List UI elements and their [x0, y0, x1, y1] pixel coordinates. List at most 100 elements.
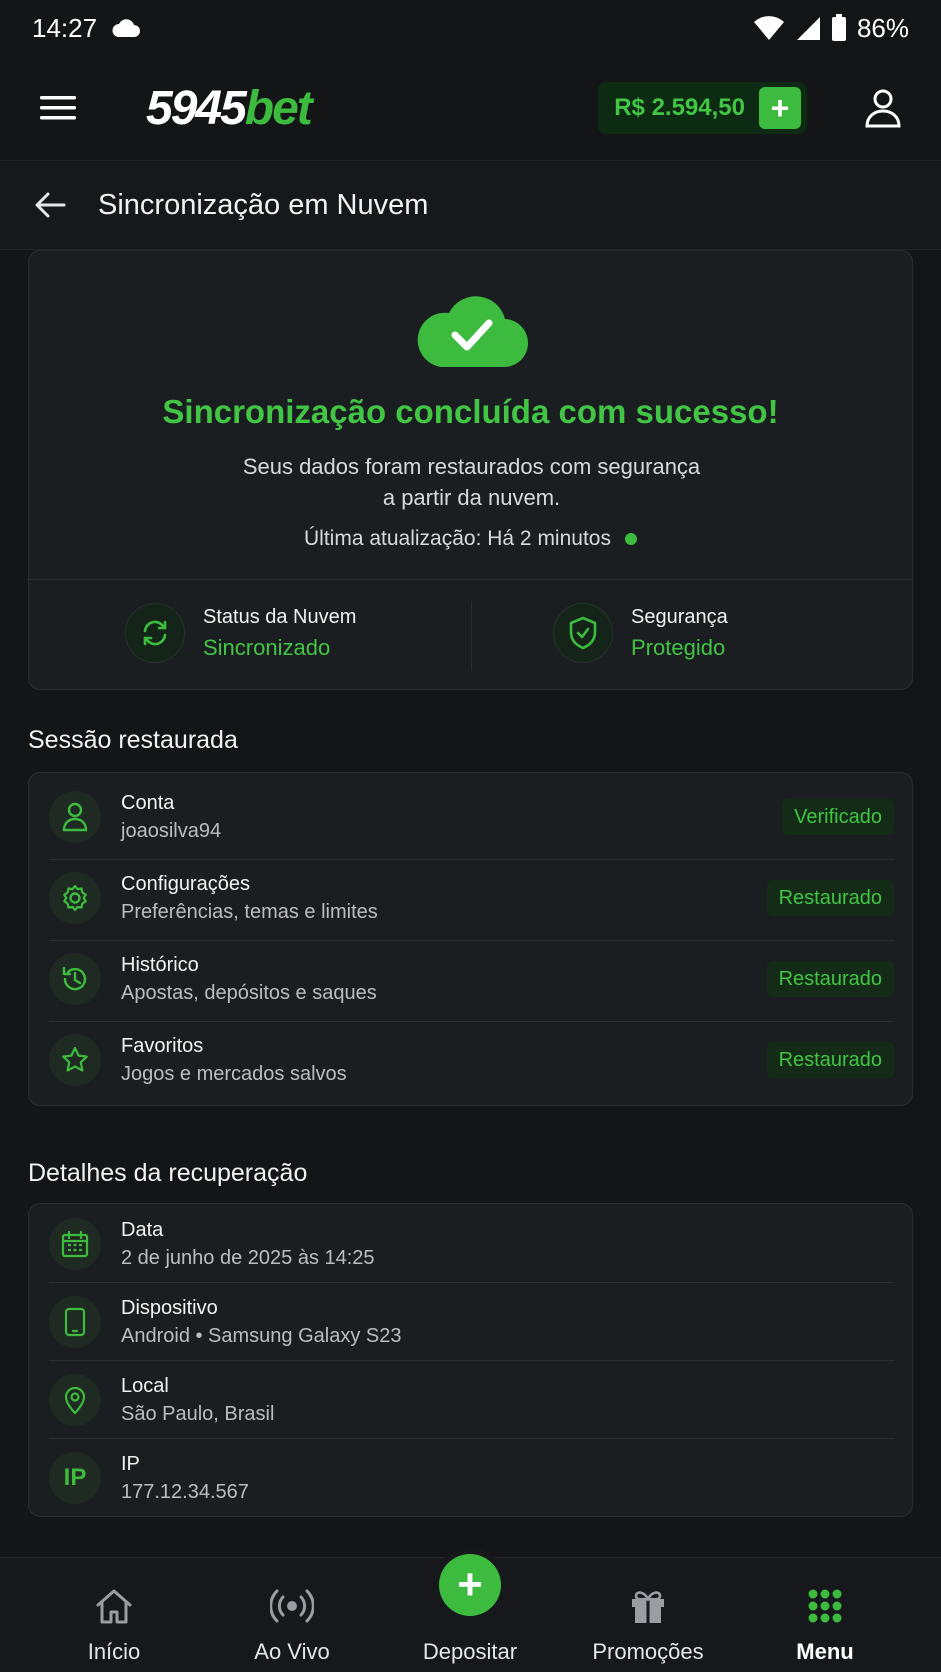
row-subtitle: joaosilva94 [121, 819, 222, 842]
page-header: Sincronização em Nuvem [0, 160, 941, 250]
recovery-item-device: Dispositivo Android • Samsung Galaxy S23 [49, 1296, 894, 1348]
cloud-status-label: Status da Nuvem [203, 605, 357, 628]
recovery-item-ip: IP IP 177.12.34.567 [49, 1452, 894, 1504]
add-balance-button[interactable]: + [759, 87, 801, 129]
status-badge: Restaurado [766, 1042, 894, 1078]
row-title: Favoritos [121, 1034, 204, 1057]
back-button[interactable] [34, 187, 70, 223]
shield-icon [553, 603, 613, 663]
row-subtitle: Jogos e mercados salvos [121, 1062, 347, 1085]
status-badge: Restaurado [766, 961, 894, 997]
divider [49, 1438, 894, 1439]
ip-icon: IP [49, 1452, 101, 1504]
battery-percent: 86% [856, 12, 909, 43]
grid-icon [803, 1584, 847, 1628]
divider [49, 1021, 894, 1022]
live-icon [270, 1584, 314, 1628]
row-title: Dispositivo [121, 1296, 218, 1319]
recovery-card: Data 2 de junho de 2025 às 14:25 Disposi… [28, 1203, 913, 1517]
star-icon [49, 1034, 101, 1086]
divider [49, 940, 894, 941]
nav-label: Depositar [422, 1639, 518, 1664]
row-subtitle: 177.12.34.567 [121, 1480, 249, 1503]
nav-label: Ao Vivo [254, 1639, 330, 1664]
success-description: Seus dados foram restaurados com seguran… [179, 451, 764, 513]
security-label: Segurança [631, 605, 728, 628]
description-line-2: a partir da nuvem. [382, 485, 561, 510]
page-title: Sincronização em Nuvem [98, 188, 429, 221]
sync-icon [125, 603, 185, 663]
session-item-favorites[interactable]: Favoritos Jogos e mercados salvos Restau… [49, 1034, 894, 1086]
hamburger-icon [40, 96, 76, 120]
cloud-icon [112, 19, 141, 37]
last-update-text: Última atualização: Há 2 minutos [304, 527, 611, 550]
logo[interactable]: 5945bet [146, 81, 313, 136]
row-title: Data [121, 1218, 164, 1241]
user-icon [865, 89, 901, 128]
cloud-status: Status da Nuvem Sincronizado [125, 603, 356, 663]
recovery-item-location: Local São Paulo, Brasil [49, 1374, 894, 1426]
profile-button[interactable] [855, 80, 911, 136]
user-icon [49, 791, 101, 843]
session-item-settings[interactable]: Configurações Preferências, temas e limi… [49, 872, 894, 924]
hamburger-menu-button[interactable] [30, 80, 86, 136]
row-subtitle: Apostas, depósitos e saques [121, 981, 377, 1004]
logo-bet: bet [244, 81, 313, 135]
gift-icon [626, 1584, 670, 1628]
divider [471, 601, 472, 671]
nav-home[interactable]: Início [39, 1558, 189, 1672]
nav-menu[interactable]: Menu [750, 1558, 900, 1672]
divider [29, 579, 912, 580]
divider [49, 859, 894, 860]
description-line-1: Seus dados foram restaurados com seguran… [242, 454, 701, 479]
nav-promotions[interactable]: Promoções [573, 1558, 723, 1672]
balance-amount: R$ 2.594,50 [614, 94, 745, 121]
calendar-icon [49, 1218, 101, 1270]
row-subtitle: Preferências, temas e limites [121, 900, 378, 923]
bottom-nav: Início Ao Vivo + Depositar Promoções Men… [0, 1554, 941, 1672]
row-subtitle: Android • Samsung Galaxy S23 [121, 1324, 402, 1347]
row-title: IP [121, 1452, 140, 1475]
success-title: Sincronização concluída com sucesso! [162, 393, 779, 430]
divider [49, 1282, 894, 1283]
nav-deposit[interactable]: + Depositar [395, 1554, 545, 1672]
session-card: Conta joaosilva94 Verificado Configuraçõ… [28, 772, 913, 1106]
nav-label: Promoções [592, 1639, 704, 1664]
status-bar: 14:27 86% [0, 0, 941, 56]
history-icon [49, 953, 101, 1005]
balance-button[interactable]: R$ 2.594,50 + [598, 82, 807, 134]
status-badge: Restaurado [766, 880, 894, 916]
recovery-item-date: Data 2 de junho de 2025 às 14:25 [49, 1218, 894, 1270]
cloud-status-value: Sincronizado [203, 634, 331, 660]
last-update: Última atualização: Há 2 minutos [29, 527, 912, 551]
session-item-history[interactable]: Histórico Apostas, depósitos e saques Re… [49, 953, 894, 1005]
security-status: Segurança Protegido [553, 603, 728, 663]
ip-icon-text: IP [63, 1464, 87, 1491]
online-dot-icon [624, 533, 637, 545]
wifi-icon [753, 16, 784, 40]
session-item-account[interactable]: Conta joaosilva94 Verificado [49, 791, 894, 843]
cloud-check-icon [417, 296, 529, 368]
arrow-left-icon [35, 192, 66, 218]
app-bar: 5945bet R$ 2.594,50 + [0, 56, 941, 160]
status-time: 14:27 [32, 12, 98, 43]
location-icon [49, 1374, 101, 1426]
nav-label: Menu [796, 1639, 854, 1664]
divider [49, 1360, 894, 1361]
row-title: Conta [121, 791, 175, 814]
sync-success-card: Sincronização concluída com sucesso! Seu… [28, 250, 913, 690]
row-subtitle: São Paulo, Brasil [121, 1402, 275, 1425]
nav-label: Início [87, 1639, 141, 1664]
section-title-recovery: Detalhes da recuperação [28, 1159, 308, 1187]
gear-icon [49, 872, 101, 924]
row-title: Local [121, 1374, 169, 1397]
section-title-session: Sessão restaurada [28, 726, 238, 754]
row-title: Histórico [121, 953, 199, 976]
nav-live[interactable]: Ao Vivo [217, 1558, 367, 1672]
logo-number: 5945 [146, 81, 247, 135]
security-value: Protegido [631, 634, 726, 660]
home-icon [92, 1584, 136, 1628]
plus-icon[interactable]: + [439, 1554, 501, 1616]
row-title: Configurações [121, 872, 250, 895]
row-subtitle: 2 de junho de 2025 às 14:25 [121, 1246, 375, 1269]
